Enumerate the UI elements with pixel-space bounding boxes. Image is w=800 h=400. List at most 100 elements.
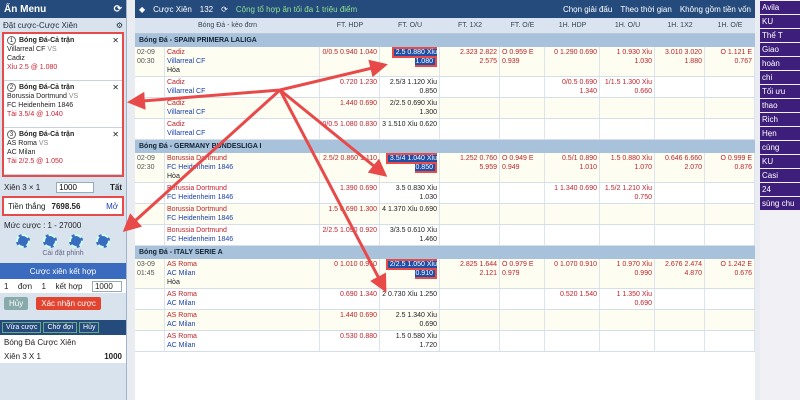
odds-ft-ou[interactable]: 3.5 0.830 Xỉu 1.030 bbox=[380, 183, 440, 203]
odds-1h-ou[interactable] bbox=[600, 119, 655, 139]
odds-ft-1x2[interactable] bbox=[440, 77, 500, 97]
odds-ft-hdp[interactable]: 0.530 0.880 bbox=[320, 331, 380, 351]
open-link[interactable]: Mở bbox=[106, 202, 118, 211]
odds-1h-hdp[interactable] bbox=[545, 98, 600, 118]
column-header[interactable]: FT. O/U bbox=[380, 22, 440, 29]
odds-ft-oe[interactable] bbox=[500, 225, 545, 245]
odds-ft-hdp[interactable]: 1.440 0.690 bbox=[320, 98, 380, 118]
column-header[interactable]: 1H. 1X2 bbox=[655, 22, 705, 29]
odds-ft-oe[interactable] bbox=[500, 289, 545, 309]
time-filter[interactable]: Theo thời gian bbox=[620, 5, 672, 14]
odds-1h-1x2[interactable] bbox=[655, 204, 705, 224]
odds-ft-1x2[interactable] bbox=[440, 331, 500, 351]
odds-ft-ou[interactable]: 3/3.5 0.610 Xỉu 1.460 bbox=[380, 225, 440, 245]
stake-input[interactable] bbox=[56, 181, 95, 193]
odds-1h-ou[interactable] bbox=[600, 331, 655, 351]
odds-1h-oe[interactable]: O 1.242 E 0.676 bbox=[705, 259, 755, 288]
odds-1h-hdp[interactable]: 1 1.340 0.690 bbox=[545, 183, 600, 203]
odds-1h-ou[interactable] bbox=[600, 310, 655, 330]
odds-1h-1x2[interactable] bbox=[655, 310, 705, 330]
odds-ft-hdp[interactable]: 0/0.5 0.940 1.040 bbox=[320, 47, 380, 76]
odds-1h-oe[interactable] bbox=[705, 98, 755, 118]
odds-ft-oe[interactable] bbox=[500, 119, 545, 139]
odds-ft-hdp[interactable]: 0/0.5 1.080 0.830 bbox=[320, 119, 380, 139]
odds-1h-hdp[interactable] bbox=[545, 331, 600, 351]
expand-icon[interactable]: ◆ bbox=[139, 5, 145, 14]
odds-ft-1x2[interactable] bbox=[440, 98, 500, 118]
odds-ft-ou[interactable]: 2 0.730 Xỉu 1.250 bbox=[380, 289, 440, 309]
odds-1h-1x2[interactable] bbox=[655, 183, 705, 203]
odds-1h-hdp[interactable] bbox=[545, 204, 600, 224]
odds-ft-ou[interactable]: 1.5 0.580 Xỉu 1.720 bbox=[380, 331, 440, 351]
odds-1h-1x2[interactable]: 2.676 2.474 4.870 bbox=[655, 259, 705, 288]
odds-1h-ou[interactable]: 1.5 0.880 Xỉu 1.070 bbox=[600, 153, 655, 182]
column-header[interactable]: FT. HDP bbox=[320, 22, 380, 29]
combo-stake-input[interactable]: 1000 bbox=[91, 280, 122, 292]
chip-icon[interactable] bbox=[95, 234, 110, 248]
odds-ft-1x2[interactable]: 1.252 0.760 5.959 bbox=[440, 153, 500, 182]
close-icon[interactable]: ✕ bbox=[112, 83, 119, 92]
league-header[interactable]: Bóng Đá - GERMANY BUNDESLIGA I bbox=[135, 140, 755, 153]
odds-ft-1x2[interactable] bbox=[440, 310, 500, 330]
odds-ft-1x2[interactable] bbox=[440, 119, 500, 139]
odds-1h-hdp[interactable] bbox=[545, 310, 600, 330]
odds-1h-ou[interactable]: 1 1.350 Xỉu 0.690 bbox=[600, 289, 655, 309]
odds-ft-oe[interactable]: O 0.959 E 0.939 bbox=[500, 47, 545, 76]
odds-1h-hdp[interactable]: 0/0.5 0.690 1.340 bbox=[545, 77, 600, 97]
odds-ft-oe[interactable] bbox=[500, 77, 545, 97]
chip-icon[interactable] bbox=[69, 234, 84, 248]
odds-1h-hdp[interactable]: 0.520 1.540 bbox=[545, 289, 600, 309]
odds-1h-1x2[interactable]: 0.646 6.660 2.070 bbox=[655, 153, 705, 182]
settings-icon[interactable]: ⚙ bbox=[116, 21, 123, 30]
column-header[interactable]: 1H. O/U bbox=[600, 22, 655, 29]
odds-1h-oe[interactable] bbox=[705, 289, 755, 309]
column-header[interactable]: Bóng Đá - kèo đơn bbox=[135, 22, 320, 29]
odds-ft-1x2[interactable] bbox=[440, 183, 500, 203]
odds-ft-hdp[interactable]: 0 1.010 0.950 bbox=[320, 259, 380, 288]
odds-ft-hdp[interactable]: 1.440 0.690 bbox=[320, 310, 380, 330]
odds-1h-1x2[interactable] bbox=[655, 119, 705, 139]
odds-1h-hdp[interactable] bbox=[545, 119, 600, 139]
odds-ft-oe[interactable]: O 0.949 E 0.949 bbox=[500, 153, 545, 182]
odds-ft-oe[interactable]: O 0.979 E 0.979 bbox=[500, 259, 545, 288]
refresh-icon[interactable]: ⟳ bbox=[221, 5, 228, 14]
odds-1h-hdp[interactable]: 0 1.070 0.910 bbox=[545, 259, 600, 288]
odds-ft-1x2[interactable]: 2.323 2.822 2.575 bbox=[440, 47, 500, 76]
odds-1h-oe[interactable] bbox=[705, 119, 755, 139]
odds-1h-oe[interactable] bbox=[705, 225, 755, 245]
column-header[interactable]: 1H. O/E bbox=[705, 22, 755, 29]
odds-1h-1x2[interactable] bbox=[655, 289, 705, 309]
odds-ft-1x2[interactable] bbox=[440, 289, 500, 309]
odds-ft-1x2[interactable] bbox=[440, 225, 500, 245]
odds-1h-ou[interactable]: 1 0.970 Xỉu 0.990 bbox=[600, 259, 655, 288]
tab-pending[interactable]: Chờ đợi bbox=[43, 322, 78, 333]
odds-ft-ou[interactable]: 2.5 1.340 Xỉu 0.690 bbox=[380, 310, 440, 330]
odds-1h-oe[interactable]: O 0.999 E 0.876 bbox=[705, 153, 755, 182]
odds-1h-ou[interactable]: 1 0.930 Xỉu 1.030 bbox=[600, 47, 655, 76]
odds-1h-1x2[interactable] bbox=[655, 225, 705, 245]
close-icon[interactable]: ✕ bbox=[112, 36, 119, 45]
odds-1h-ou[interactable] bbox=[600, 98, 655, 118]
odds-ft-oe[interactable] bbox=[500, 204, 545, 224]
odds-ft-hdp[interactable]: 0.720 1.230 bbox=[320, 77, 380, 97]
odds-1h-oe[interactable] bbox=[705, 331, 755, 351]
odds-1h-hdp[interactable] bbox=[545, 225, 600, 245]
odds-1h-ou[interactable] bbox=[600, 225, 655, 245]
odds-ft-hdp[interactable]: 2/2.5 1.090 0.920 bbox=[320, 225, 380, 245]
odds-1h-oe[interactable] bbox=[705, 310, 755, 330]
all-button[interactable]: Tất bbox=[110, 183, 122, 192]
odds-ft-ou[interactable]: 3 1.510 Xỉu 0.620 bbox=[380, 119, 440, 139]
odds-ft-1x2[interactable] bbox=[440, 204, 500, 224]
odds-ft-hdp[interactable]: 1.5 0.690 1.300 bbox=[320, 204, 380, 224]
chip-settings-link[interactable]: Cài đặt phỉnh bbox=[0, 250, 126, 257]
odds-1h-oe[interactable]: O 1.121 E 0.767 bbox=[705, 47, 755, 76]
tab-cancelled[interactable]: Hủy bbox=[79, 322, 100, 333]
column-header[interactable]: FT. O/E bbox=[500, 22, 545, 29]
league-header[interactable]: Bóng Đá - SPAIN PRIMERA LALIGA bbox=[135, 34, 755, 47]
close-icon[interactable]: ✕ bbox=[112, 130, 119, 139]
odds-1h-ou[interactable]: 1/1.5 1.300 Xỉu 0.660 bbox=[600, 77, 655, 97]
odds-ft-ou[interactable]: 4 1.370 Xỉu 0.690 bbox=[380, 204, 440, 224]
odds-1h-oe[interactable] bbox=[705, 204, 755, 224]
odds-1h-1x2[interactable] bbox=[655, 98, 705, 118]
odds-1h-1x2[interactable]: 3.010 3.020 1.880 bbox=[655, 47, 705, 76]
